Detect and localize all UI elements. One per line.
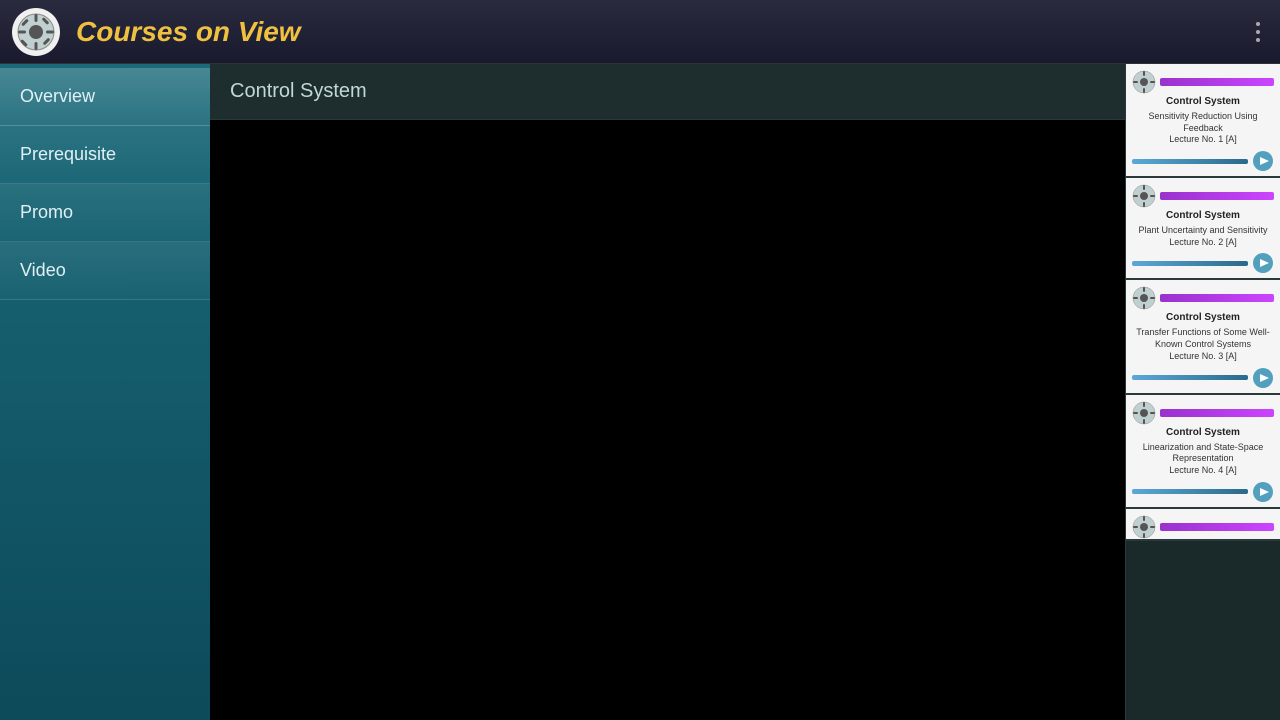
app-logo bbox=[12, 8, 60, 56]
sidebar-item-promo[interactable]: Promo bbox=[0, 184, 210, 242]
card-play-icon-4 bbox=[1252, 481, 1274, 503]
more-vertical-icon[interactable] bbox=[1248, 14, 1268, 50]
card-lecture-desc-4: Linearization and State-Space Representa… bbox=[1126, 440, 1280, 479]
lecture-card-4[interactable]: Control System Linearization and State-S… bbox=[1126, 395, 1280, 509]
lecture-card-2[interactable]: Control System Plant Uncertainty and Sen… bbox=[1126, 178, 1280, 280]
card-logo-icon-3 bbox=[1132, 286, 1156, 310]
card-progress-bottom-2 bbox=[1132, 261, 1248, 266]
card-logo-icon-1 bbox=[1132, 70, 1156, 94]
card-progress-bar-3 bbox=[1160, 294, 1274, 302]
card-lecture-desc-2: Plant Uncertainty and Sensitivity Lectur… bbox=[1126, 223, 1280, 250]
card-logo-icon-4 bbox=[1132, 401, 1156, 425]
video-player[interactable] bbox=[210, 120, 1125, 720]
card-lecture-desc-1: Sensitivity Reduction Using Feedback Lec… bbox=[1126, 109, 1280, 148]
card-course-title-1: Control System bbox=[1126, 94, 1280, 109]
card-progress-bar-5 bbox=[1160, 523, 1274, 531]
card-play-icon-3 bbox=[1252, 367, 1274, 389]
card-progress-bottom-1 bbox=[1132, 159, 1248, 164]
sidebar-item-overview[interactable]: Overview bbox=[0, 68, 210, 126]
lecture-list: Control System Sensitivity Reduction Usi… bbox=[1125, 64, 1280, 720]
card-logo-icon-2 bbox=[1132, 184, 1156, 208]
card-progress-bottom-3 bbox=[1132, 375, 1248, 380]
card-progress-bar-2 bbox=[1160, 192, 1274, 200]
sidebar-item-prerequisite[interactable]: Prerequisite bbox=[0, 126, 210, 184]
app-title: Courses on View bbox=[76, 16, 1248, 48]
app-header: Courses on View bbox=[0, 0, 1280, 64]
lecture-card-1[interactable]: Control System Sensitivity Reduction Usi… bbox=[1126, 64, 1280, 178]
card-progress-bar-1 bbox=[1160, 78, 1274, 86]
sidebar-item-video[interactable]: Video bbox=[0, 242, 210, 300]
card-course-title-3: Control System bbox=[1126, 310, 1280, 325]
course-title: Control System bbox=[210, 64, 1125, 120]
lecture-card-3[interactable]: Control System Transfer Functions of Som… bbox=[1126, 280, 1280, 394]
card-progress-bottom-4 bbox=[1132, 489, 1248, 494]
card-lecture-desc-3: Transfer Functions of Some Well-Known Co… bbox=[1126, 325, 1280, 364]
card-play-icon-1 bbox=[1252, 150, 1274, 172]
lecture-card-5[interactable] bbox=[1126, 509, 1280, 541]
card-play-icon-2 bbox=[1252, 252, 1274, 274]
card-progress-bar-4 bbox=[1160, 409, 1274, 417]
sidebar: Overview Prerequisite Promo Video bbox=[0, 64, 210, 720]
content-area: Control System bbox=[210, 64, 1125, 720]
card-course-title-4: Control System bbox=[1126, 425, 1280, 440]
card-course-title-2: Control System bbox=[1126, 208, 1280, 223]
card-logo-icon-5 bbox=[1132, 515, 1156, 539]
main-layout: Overview Prerequisite Promo Video Contro… bbox=[0, 64, 1280, 720]
